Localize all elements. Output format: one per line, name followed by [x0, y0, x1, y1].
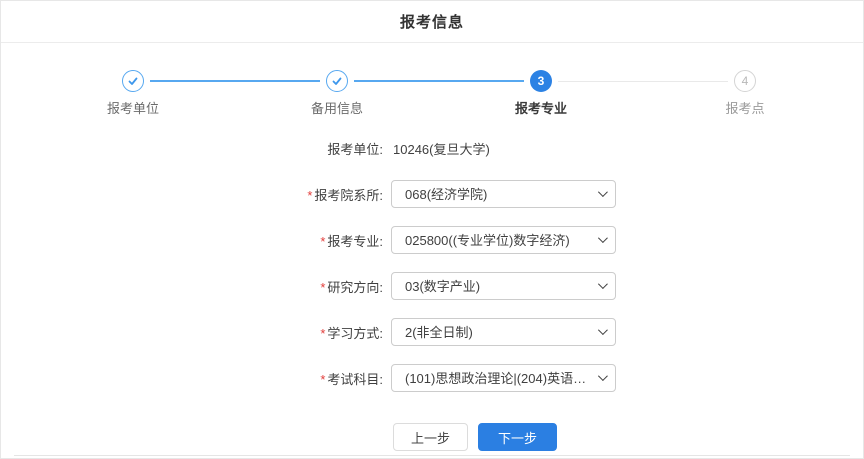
field-label: *报考专业:: [1, 231, 383, 250]
required-asterisk: *: [320, 280, 325, 295]
step-2-circle: [326, 70, 348, 92]
step-2-label: 备用信息: [235, 98, 439, 117]
study-mode-select-wrap: 2(非全日制): [391, 318, 616, 346]
exam-subjects-select-wrap: (101)思想政治理论|(204)英语（二）|(72...: [391, 364, 616, 392]
row-research-direction: *研究方向: 03(数字产业): [1, 272, 863, 300]
department-select-wrap: 068(经济学院): [391, 180, 616, 208]
step-4-circle: 4: [734, 70, 756, 92]
previous-step-button[interactable]: 上一步: [393, 423, 468, 451]
required-asterisk: *: [320, 372, 325, 387]
research-direction-select-wrap: 03(数字产业): [391, 272, 616, 300]
field-label: *报考院系所:: [1, 185, 383, 204]
step-connector: [558, 81, 728, 82]
page-title: 报考信息: [400, 11, 464, 32]
step-exam-site: 4 报考点: [643, 70, 847, 117]
step-application-major: 3 报考专业: [439, 70, 643, 117]
research-direction-select[interactable]: 03(数字产业): [391, 272, 616, 300]
field-label-text: 报考专业:: [327, 234, 383, 249]
row-study-mode: *学习方式: 2(非全日制): [1, 318, 863, 346]
static-row-application-unit: 报考单位: 10246(复旦大学): [1, 134, 863, 162]
field-label-text: 报考院系所:: [314, 188, 383, 203]
field-label-text: 学习方式:: [327, 326, 383, 341]
required-asterisk: *: [307, 188, 312, 203]
application-form: 报考单位: 10246(复旦大学) *报考院系所: 068(经济学院) *报考专…: [1, 134, 863, 451]
required-asterisk: *: [320, 234, 325, 249]
step-3-label: 报考专业: [439, 98, 643, 117]
field-label-text: 研究方向:: [327, 280, 383, 295]
study-mode-select[interactable]: 2(非全日制): [391, 318, 616, 346]
major-select-wrap: 025800((专业学位)数字经济): [391, 226, 616, 254]
step-connector: [150, 80, 320, 82]
form-actions: 上一步 下一步: [393, 423, 863, 451]
exam-subjects-select[interactable]: (101)思想政治理论|(204)英语（二）|(72...: [391, 364, 616, 392]
field-label: 报考单位:: [1, 139, 383, 158]
department-select[interactable]: 068(经济学院): [391, 180, 616, 208]
panel-header: 报考信息: [1, 1, 863, 43]
major-select[interactable]: 025800((专业学位)数字经济): [391, 226, 616, 254]
application-info-panel: 报考信息 报考单位 备用信息 3 报考专业 4 报考点: [0, 0, 864, 459]
step-application-unit: 报考单位: [31, 70, 235, 117]
next-step-button[interactable]: 下一步: [478, 423, 557, 451]
required-asterisk: *: [320, 326, 325, 341]
row-exam-subjects: *考试科目: (101)思想政治理论|(204)英语（二）|(72...: [1, 364, 863, 392]
application-unit-value: 10246(复旦大学): [393, 139, 490, 158]
check-icon: [331, 75, 343, 87]
footer-divider: [14, 455, 850, 456]
step-backup-info: 备用信息: [235, 70, 439, 117]
check-icon: [127, 75, 139, 87]
row-major: *报考专业: 025800((专业学位)数字经济): [1, 226, 863, 254]
field-label: *考试科目:: [1, 369, 383, 388]
wizard-stepper: 报考单位 备用信息 3 报考专业 4 报考点: [31, 70, 847, 117]
step-3-circle: 3: [530, 70, 552, 92]
field-label: *研究方向:: [1, 277, 383, 296]
step-4-label: 报考点: [643, 98, 847, 117]
field-label-text: 考试科目:: [327, 372, 383, 387]
step-connector: [354, 80, 524, 82]
field-label: *学习方式:: [1, 323, 383, 342]
step-1-circle: [122, 70, 144, 92]
row-department: *报考院系所: 068(经济学院): [1, 180, 863, 208]
step-1-label: 报考单位: [31, 98, 235, 117]
